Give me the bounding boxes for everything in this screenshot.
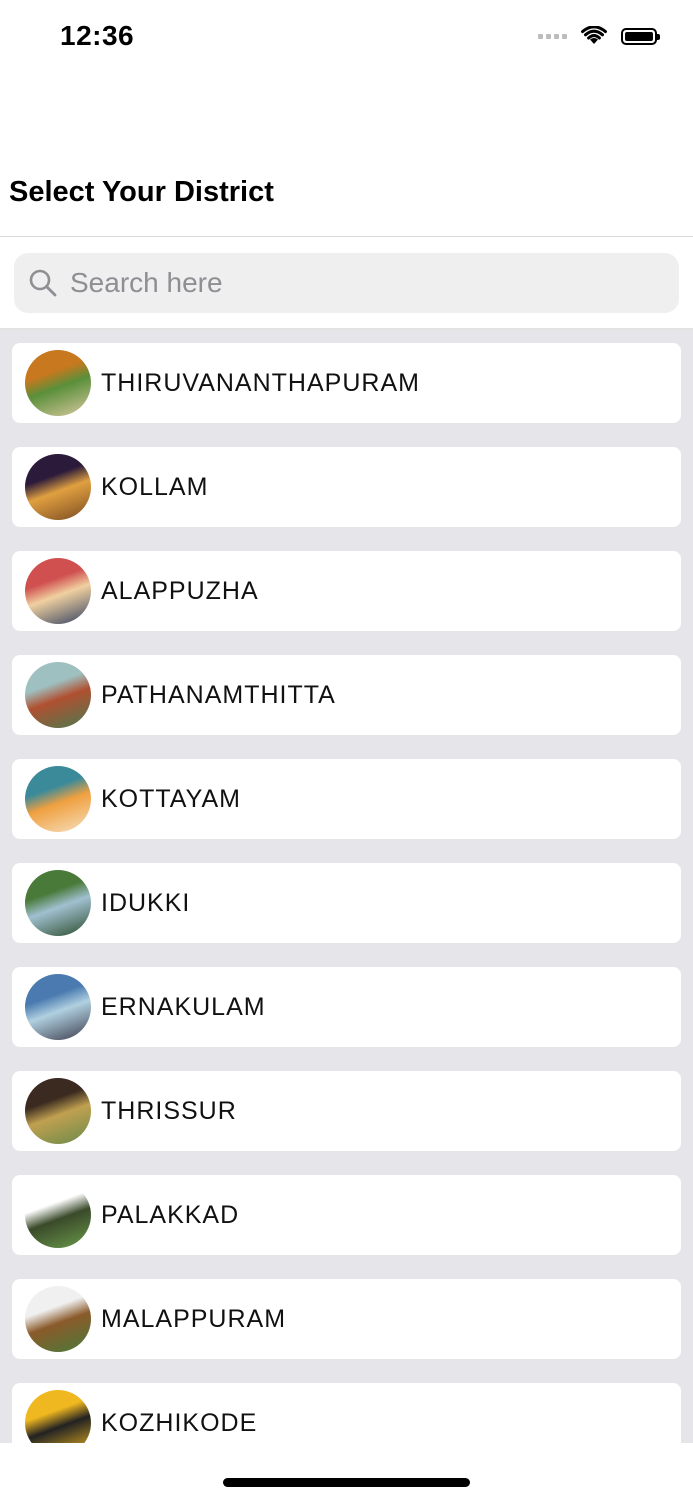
district-thumbnail <box>25 766 91 832</box>
district-name: KOLLAM <box>101 473 209 501</box>
district-thumbnail <box>25 1286 91 1352</box>
wifi-icon <box>581 26 607 44</box>
district-thumbnail <box>25 662 91 728</box>
district-name: THIRUVANANTHAPURAM <box>101 369 420 397</box>
district-item[interactable]: ALAPPUZHA <box>12 551 681 631</box>
district-item[interactable]: IDUKKI <box>12 863 681 943</box>
district-item[interactable]: PALAKKAD <box>12 1175 681 1255</box>
district-name: MALAPPURAM <box>101 1305 287 1333</box>
district-name: KOTTAYAM <box>101 785 241 813</box>
district-thumbnail <box>25 350 91 416</box>
district-name: ALAPPUZHA <box>101 577 259 605</box>
home-indicator[interactable] <box>223 1478 470 1487</box>
search-icon <box>29 269 57 297</box>
district-item[interactable]: MALAPPURAM <box>12 1279 681 1359</box>
district-name: PATHANAMTHITTA <box>101 681 336 709</box>
district-thumbnail <box>25 1078 91 1144</box>
district-item[interactable]: PATHANAMTHITTA <box>12 655 681 735</box>
district-item[interactable]: THRISSUR <box>12 1071 681 1151</box>
district-item[interactable]: THIRUVANANTHAPURAM <box>12 343 681 423</box>
district-thumbnail <box>25 454 91 520</box>
bottom-bar <box>0 1443 693 1500</box>
district-item[interactable]: KOTTAYAM <box>12 759 681 839</box>
cellular-signal-icon <box>538 33 567 39</box>
divider <box>0 236 693 237</box>
district-item[interactable]: ERNAKULAM <box>12 967 681 1047</box>
district-name: THRISSUR <box>101 1097 237 1125</box>
page-title: Select Your District <box>9 176 274 208</box>
district-name: IDUKKI <box>101 889 191 917</box>
search-input[interactable] <box>68 266 652 300</box>
district-thumbnail <box>25 974 91 1040</box>
district-thumbnail <box>25 558 91 624</box>
district-thumbnail <box>25 870 91 936</box>
district-item[interactable]: KOZHIKODE <box>12 1383 681 1443</box>
district-list[interactable]: THIRUVANANTHAPURAM KOLLAM ALAPPUZHA PATHANA… <box>0 330 693 1443</box>
status-icons <box>538 26 660 46</box>
district-name: ERNAKULAM <box>101 993 266 1021</box>
battery-icon <box>621 27 660 45</box>
district-thumbnail <box>25 1182 91 1248</box>
district-thumbnail <box>25 1390 91 1443</box>
district-name: PALAKKAD <box>101 1201 240 1229</box>
search-bar[interactable] <box>14 253 679 313</box>
district-item[interactable]: KOLLAM <box>12 447 681 527</box>
status-time: 12:36 <box>60 20 135 51</box>
district-name: KOZHIKODE <box>101 1409 258 1437</box>
status-bar: 12:36 <box>0 0 693 80</box>
